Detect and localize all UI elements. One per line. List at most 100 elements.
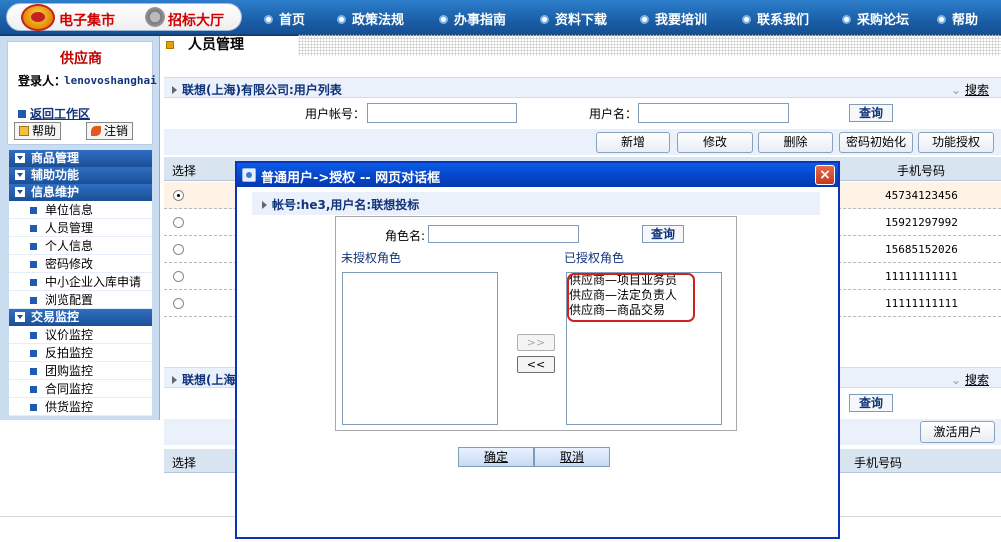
menu-trade-label: 交易监控 (31, 310, 80, 324)
account-label: 用户帐号： (305, 107, 366, 121)
collapse-icon (15, 312, 25, 322)
square-bullet-icon (30, 207, 37, 214)
role-query-button[interactable]: 查询 (642, 225, 684, 243)
row-select-radio[interactable] (173, 190, 184, 201)
phone-cell: 11111111111 (885, 270, 958, 283)
square-bullet-icon (30, 279, 37, 286)
sidebar-item-negotiation-monitor[interactable]: 议价监控 (9, 326, 152, 344)
square-bullet-icon (30, 404, 37, 411)
bullet-icon (742, 15, 751, 24)
logout-icon (91, 126, 101, 136)
page-title: 人员管理 (188, 37, 244, 53)
sidebar-item-unit-info[interactable]: 单位信息 (9, 201, 152, 219)
menu-info-maintenance[interactable]: 信息维护 (9, 184, 152, 201)
delete-button[interactable]: 删除 (758, 132, 833, 153)
unauthorized-roles-list[interactable] (342, 272, 498, 425)
close-button[interactable]: × (815, 165, 835, 185)
role-name-input[interactable] (428, 225, 579, 243)
sidebar-item-contract-monitor[interactable]: 合同监控 (9, 380, 152, 398)
search-link[interactable]: ⌄ 搜索 (951, 81, 989, 98)
sidebar-item-sme-application[interactable]: 中小企业入库申请 (9, 273, 152, 291)
row-select-radio[interactable] (173, 244, 184, 255)
unauthorized-roles-label: 未授权角色 (341, 251, 402, 265)
authorize-dialog: 普通用户->授权 -- 网页对话框 × 帐号:he3,用户名:联想投标 角色名:… (235, 161, 840, 539)
square-bullet-icon (30, 386, 37, 393)
sidebar-item-group-buy-monitor[interactable]: 团购监控 (9, 362, 152, 380)
dialog-account-info: 帐号:he3,用户名:联想投标 (262, 196, 419, 213)
square-bullet-icon (30, 261, 37, 268)
nav-help[interactable]: 帮助 (937, 9, 978, 28)
nav-download[interactable]: 资料下载 (540, 9, 607, 28)
logo-text: 电子集市 (59, 13, 115, 29)
move-left-button[interactable]: << (517, 356, 555, 373)
nav-forum[interactable]: 采购论坛 (842, 9, 909, 28)
query-button[interactable]: 查询 (849, 104, 893, 122)
logout-button-label: 注销 (104, 124, 129, 138)
bullet-icon (842, 15, 851, 24)
account-input[interactable] (367, 103, 517, 123)
nav-contact-label: 联系我们 (757, 13, 810, 28)
row-select-radio[interactable] (173, 217, 184, 228)
nav-guide[interactable]: 办事指南 (439, 9, 506, 28)
square-bullet-icon (30, 350, 37, 357)
function-authorize-button[interactable]: 功能授权 (918, 132, 994, 153)
sidebar-item-personnel[interactable]: 人员管理 (9, 219, 152, 237)
square-bullet-icon (30, 332, 37, 339)
account-info-text: 帐号:he3,用户名:联想投标 (272, 198, 420, 212)
sidebar: 供应商 登录人： lenovoshanghai 返回工作区 帮助 注销 商品管理… (0, 36, 160, 420)
double-chevron-down-icon: ⌄ (950, 373, 961, 387)
add-button[interactable]: 新增 (596, 132, 670, 153)
supplier-title: 供应商 (60, 51, 102, 67)
sidebar-item-label: 议价监控 (45, 328, 94, 342)
confirm-button[interactable]: 确定 (458, 447, 534, 467)
query-button-2[interactable]: 查询 (849, 394, 893, 412)
row-select-radio[interactable] (173, 298, 184, 309)
user-list-section-title: 联想(上海)有限公司:用户列表 (172, 81, 342, 98)
bid-hall-text: 招标大厅 (168, 13, 224, 29)
reset-password-button[interactable]: 密码初始化 (839, 132, 913, 153)
filter-row: 用户帐号： 用户名： 查询 (164, 102, 1001, 124)
menu-goods-management[interactable]: 商品管理 (9, 150, 152, 167)
logout-button[interactable]: 注销 (86, 122, 134, 140)
authorized-roles-list[interactable]: 供应商—项目业务员 供应商—法定负责人 供应商—商品交易 (566, 272, 722, 425)
sidebar-item-label: 反拍监控 (45, 346, 94, 360)
search-link[interactable]: ⌄ 搜索 (951, 371, 989, 388)
row-select-radio[interactable] (173, 271, 184, 282)
edit-button[interactable]: 修改 (677, 132, 753, 153)
login-label: 登录人： (18, 74, 67, 88)
nav-policy[interactable]: 政策法规 (337, 9, 404, 28)
nav-training[interactable]: 我要培训 (640, 9, 707, 28)
triangle-right-icon (172, 86, 177, 94)
username-label: 用户名： (589, 107, 638, 121)
nav-home[interactable]: 首页 (264, 9, 305, 28)
user-list-section-bar: 联想(上海)有限公司:用户列表 ⌄ 搜索 (164, 77, 1001, 98)
menu-auxiliary[interactable]: 辅助功能 (9, 167, 152, 184)
activate-user-button[interactable]: 激活用户 (920, 421, 995, 443)
sidebar-item-label: 浏览配置 (45, 293, 94, 307)
bid-hall-tab[interactable]: 招标大厅 (138, 3, 242, 31)
move-right-button[interactable]: >> (517, 334, 555, 351)
cancel-button[interactable]: 取消 (534, 447, 610, 467)
nav-training-label: 我要培训 (655, 13, 708, 28)
logo-tab[interactable]: 电子集市 (6, 3, 154, 31)
action-toolbar: 新增 修改 删除 密码初始化 功能授权 (164, 129, 1001, 155)
dialog-titlebar[interactable]: 普通用户->授权 -- 网页对话框 × (237, 163, 838, 187)
sidebar-item-reverse-auction-monitor[interactable]: 反拍监控 (9, 344, 152, 362)
square-bullet-icon (30, 225, 37, 232)
sidebar-item-supply-monitor[interactable]: 供货监控 (9, 398, 152, 416)
ie-window-icon (242, 168, 256, 182)
authorized-roles-label: 已授权角色 (564, 251, 625, 265)
menu-trade-monitoring[interactable]: 交易监控 (9, 309, 152, 326)
dialog-account-bar: 帐号:he3,用户名:联想投标 (252, 192, 820, 215)
back-to-workspace-link[interactable]: 返回工作区 (18, 105, 90, 122)
role-name-label: 角色名: (385, 229, 426, 243)
sidebar-item-password[interactable]: 密码修改 (9, 255, 152, 273)
username-input[interactable] (638, 103, 789, 123)
col-phone-header: 手机号码 (854, 456, 903, 470)
sidebar-item-personal-info[interactable]: 个人信息 (9, 237, 152, 255)
nav-contact[interactable]: 联系我们 (742, 9, 809, 28)
help-button[interactable]: 帮助 (14, 122, 62, 140)
double-chevron-down-icon: ⌄ (950, 83, 961, 97)
sidebar-item-browse-config[interactable]: 浏览配置 (9, 291, 152, 309)
nav-home-label: 首页 (279, 13, 306, 28)
